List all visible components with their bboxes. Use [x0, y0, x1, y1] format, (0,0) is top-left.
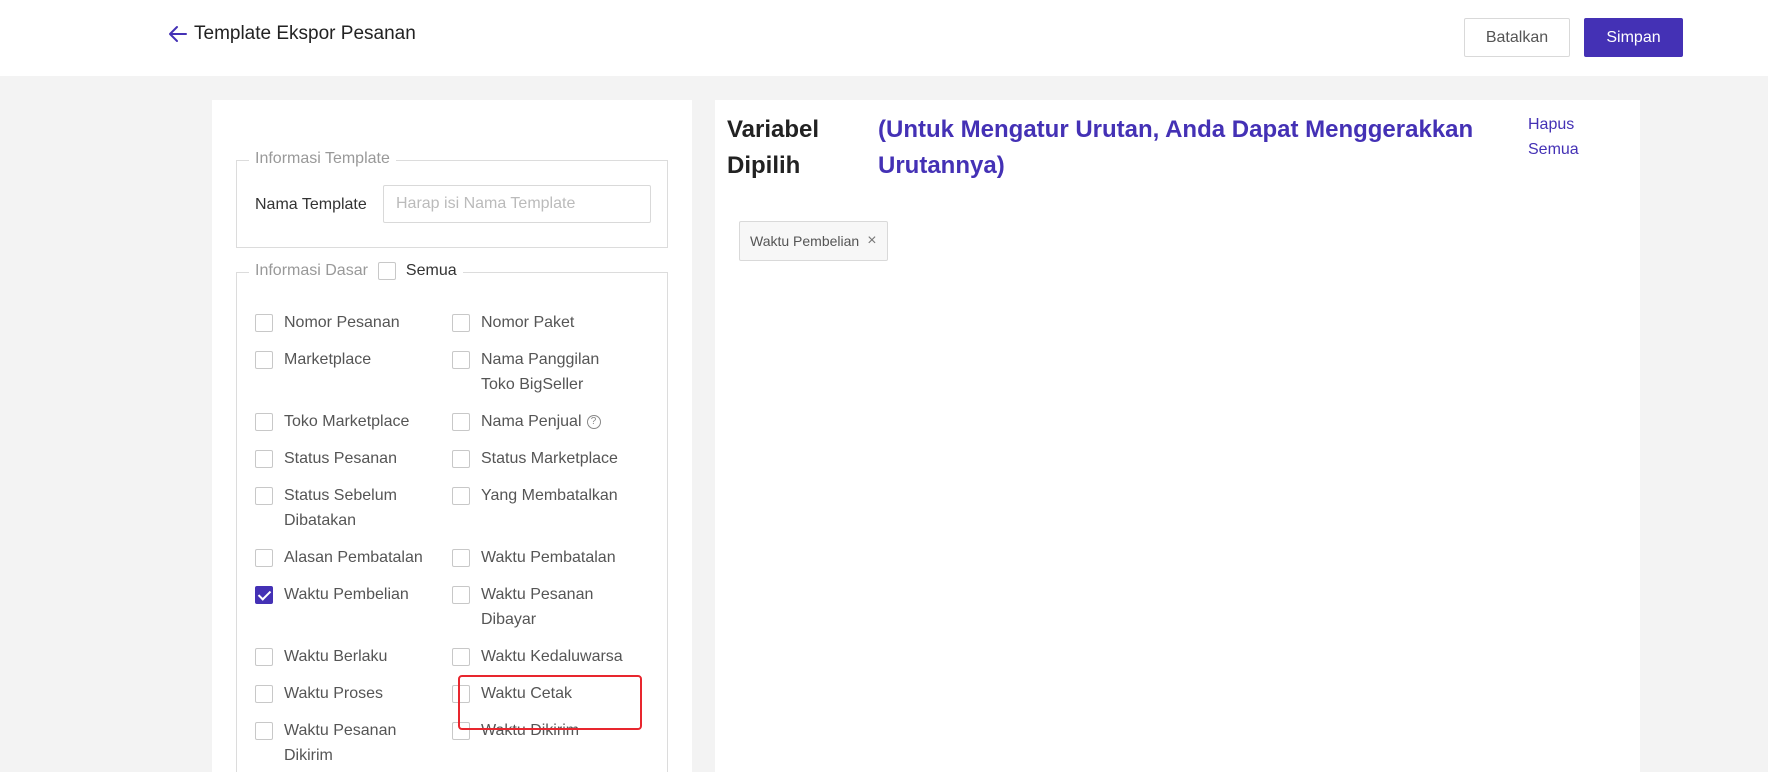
template-name-label: Nama Template — [255, 196, 367, 213]
option-waktu-pembatalan[interactable]: Waktu Pembatalan — [452, 545, 641, 570]
basic-info-legend-text: Informasi Dasar — [255, 262, 368, 279]
select-all-checkbox[interactable] — [377, 262, 396, 280]
select-all-label[interactable]: Semua — [406, 262, 457, 280]
selected-variables-panel: Variabel Dipilih (Untuk Mengatur Urutan,… — [715, 100, 1640, 772]
option-checkbox[interactable] — [452, 549, 470, 567]
option-label: Waktu Proses — [284, 685, 383, 702]
option-checkbox[interactable] — [452, 314, 470, 332]
option-label: Status Marketplace — [481, 450, 618, 467]
save-button[interactable]: Simpan — [1584, 18, 1683, 57]
basic-info-legend: Informasi Dasar Semua — [249, 262, 463, 280]
option-waktu-proses[interactable]: Waktu Proses — [255, 681, 444, 706]
option-checkbox[interactable] — [255, 722, 273, 740]
option-status-sebelum-dibatakan[interactable]: Status Sebelum Dibatakan — [255, 483, 414, 533]
option-label: Status Pesanan — [284, 450, 397, 467]
option-label: Waktu Pembatalan — [481, 549, 616, 566]
option-label: Waktu Pembelian — [284, 586, 409, 603]
close-icon[interactable]: × — [867, 232, 876, 250]
option-status-pesanan[interactable]: Status Pesanan — [255, 446, 444, 471]
option-checkbox[interactable] — [255, 413, 273, 431]
template-info-section: Informasi Template Nama Template — [236, 150, 668, 248]
option-checkbox[interactable] — [452, 586, 470, 604]
selected-variables-note: (Untuk Mengatur Urutan, Anda Dapat Mengg… — [878, 116, 1474, 179]
option-waktu-pembelian[interactable]: Waktu Pembelian — [255, 582, 444, 607]
option-marketplace[interactable]: Marketplace — [255, 347, 444, 372]
option-checkbox[interactable] — [452, 487, 470, 505]
option-nama-penjual[interactable]: Nama Penjual? — [452, 409, 641, 434]
option-waktu-pesanan-dikirim[interactable]: Waktu Pesanan Dikirim — [255, 718, 414, 768]
option-label: Nomor Paket — [481, 314, 575, 331]
option-label: Status Sebelum Dibatakan — [284, 487, 397, 529]
option-alasan-pembatalan[interactable]: Alasan Pembatalan — [255, 545, 444, 570]
option-checkbox[interactable] — [255, 648, 273, 666]
option-nama-panggilan-toko[interactable]: Nama Panggilan Toko BigSeller — [452, 347, 621, 397]
option-label: Waktu Kedaluwarsa — [481, 648, 623, 665]
option-label-wrap: Nama Penjual? — [481, 409, 641, 434]
back-link[interactable]: Template Ekspor Pesanan — [166, 22, 416, 46]
page-title: Template Ekspor Pesanan — [194, 23, 416, 44]
option-label: Nomor Pesanan — [284, 314, 400, 331]
option-waktu-berlaku[interactable]: Waktu Berlaku — [255, 644, 444, 669]
help-icon[interactable]: ? — [586, 414, 601, 429]
option-nomor-paket[interactable]: Nomor Paket — [452, 310, 641, 335]
option-label: Nama Penjual — [481, 413, 582, 430]
option-label: Marketplace — [284, 351, 372, 368]
option-label: Waktu Pesanan Dikirim — [284, 722, 397, 764]
option-waktu-pesanan-dibayar[interactable]: Waktu Pesanan Dibayar — [452, 582, 611, 632]
arrow-left-icon[interactable] — [166, 22, 190, 46]
option-checkbox[interactable] — [255, 314, 273, 332]
option-checkbox[interactable] — [255, 351, 273, 369]
clear-all-link[interactable]: Hapus Semua — [1528, 112, 1588, 162]
template-info-legend: Informasi Template — [249, 150, 396, 168]
selected-variables-title: Variabel Dipilih — [727, 116, 820, 179]
option-checkbox[interactable] — [452, 413, 470, 431]
option-label: Waktu Pesanan Dibayar — [481, 586, 594, 628]
option-checkbox[interactable] — [452, 450, 470, 468]
option-checkbox-checked[interactable] — [255, 586, 273, 604]
option-waktu-kedaluwarsa[interactable]: Waktu Kedaluwarsa — [452, 644, 641, 669]
option-label: Toko Marketplace — [284, 413, 410, 430]
option-checkbox[interactable] — [452, 648, 470, 666]
option-status-marketplace[interactable]: Status Marketplace — [452, 446, 641, 471]
template-name-input[interactable] — [383, 185, 651, 223]
option-nomor-pesanan[interactable]: Nomor Pesanan — [255, 310, 444, 335]
option-checkbox[interactable] — [255, 549, 273, 567]
option-checkbox[interactable] — [452, 351, 470, 369]
option-toko-marketplace[interactable]: Toko Marketplace — [255, 409, 444, 434]
selected-tag[interactable]: Waktu Pembelian × — [739, 221, 888, 261]
option-label: Nama Panggilan Toko BigSeller — [481, 351, 600, 393]
highlight-box — [458, 675, 642, 730]
template-info-legend-text: Informasi Template — [255, 150, 390, 167]
option-checkbox[interactable] — [255, 487, 273, 505]
option-checkbox[interactable] — [255, 685, 273, 703]
option-yang-membatalkan[interactable]: Yang Membatalkan — [452, 483, 641, 508]
options-panel: Informasi Template Nama Template Informa… — [212, 100, 692, 772]
option-label: Waktu Berlaku — [284, 648, 388, 665]
option-checkbox[interactable] — [255, 450, 273, 468]
cancel-button[interactable]: Batalkan — [1464, 18, 1570, 57]
option-label: Yang Membatalkan — [481, 487, 618, 504]
option-label: Alasan Pembatalan — [284, 549, 423, 566]
selected-tag-label: Waktu Pembelian — [750, 233, 860, 249]
top-bar: Template Ekspor Pesanan Batalkan Simpan — [0, 0, 1768, 76]
